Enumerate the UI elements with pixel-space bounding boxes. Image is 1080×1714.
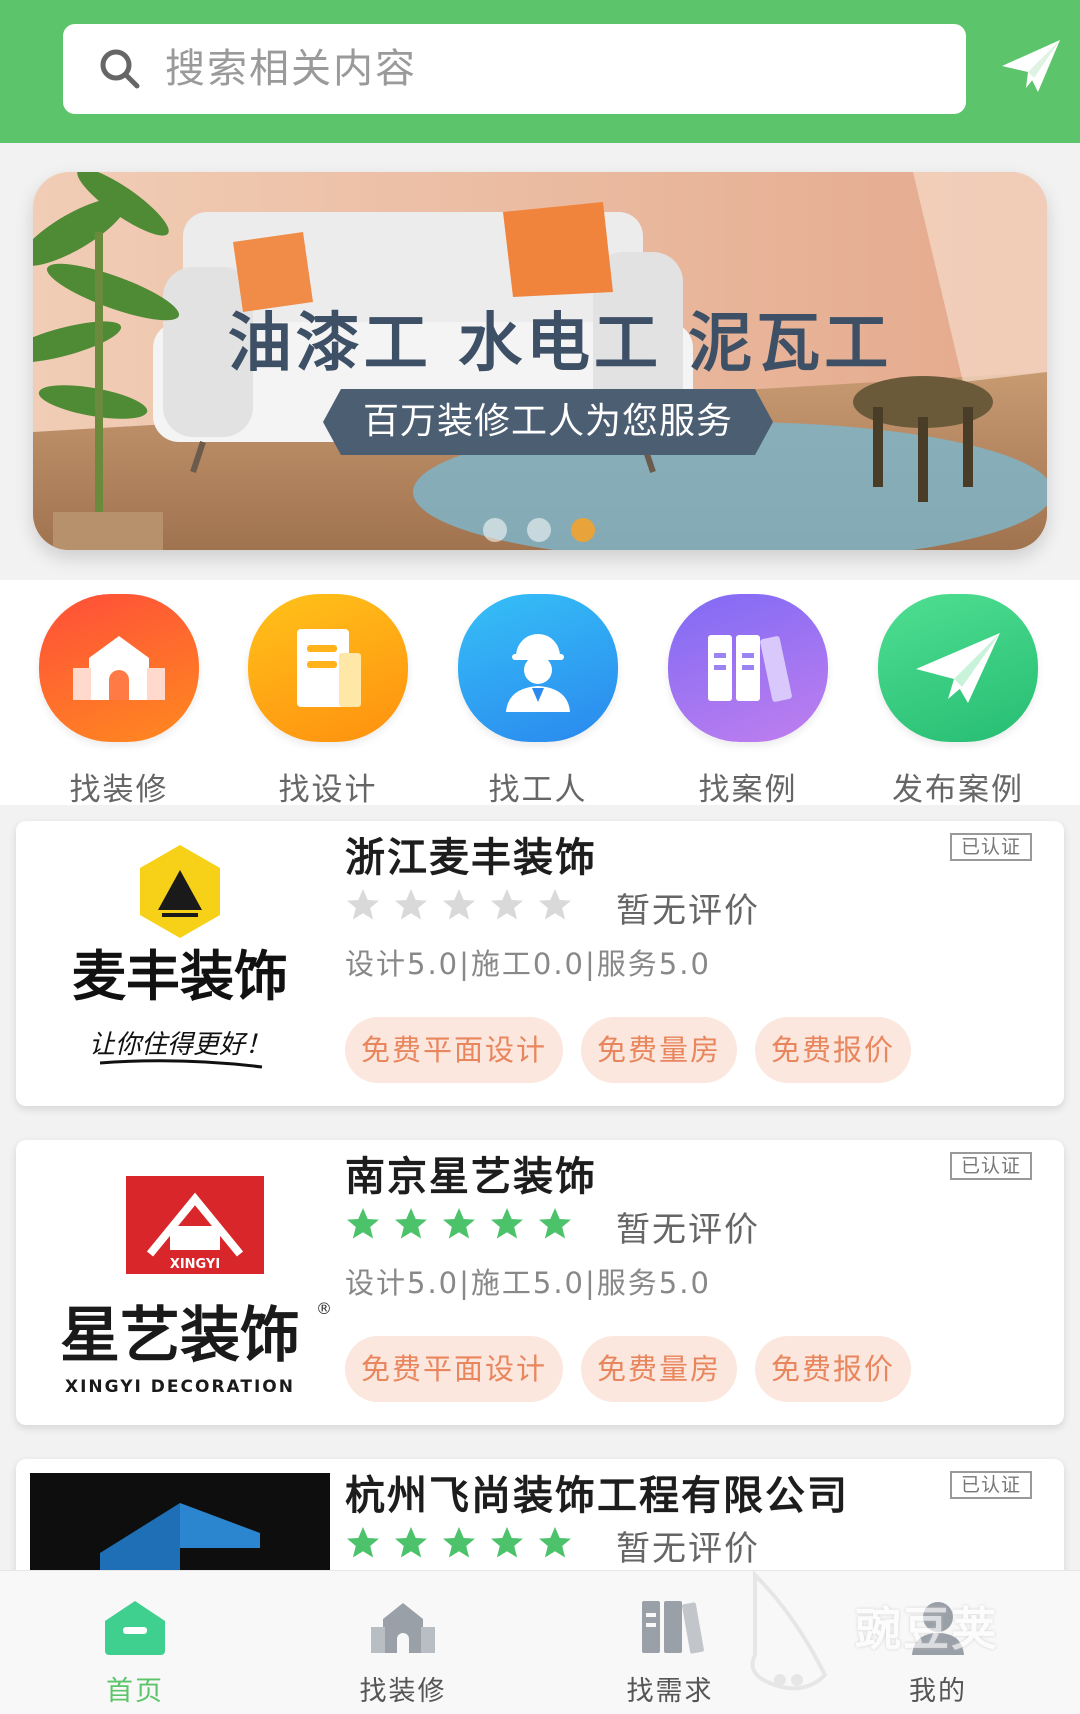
star-icon — [443, 1208, 475, 1239]
svg-text:XINGYI: XINGYI — [170, 1257, 220, 1272]
send-icon — [878, 594, 1038, 742]
search-placeholder: 搜索相关内容 — [165, 46, 417, 92]
house-icon — [39, 594, 199, 742]
tag-free-quote[interactable]: 免费报价 — [755, 1336, 912, 1402]
star-icon — [491, 889, 523, 920]
category-find-design[interactable]: 找设计 — [226, 594, 426, 808]
star-icon — [491, 1527, 523, 1558]
score-summary: 设计5.0|施工0.0|服务5.0 — [345, 947, 711, 981]
logo-slogan: 让你住得更好！ — [89, 1030, 271, 1060]
banner-dot-active[interactable] — [571, 518, 595, 542]
promo-banner[interactable]: 油漆工 水电工 泥瓦工 百万装修工人为您服务 — [33, 172, 1047, 550]
category-find-cases[interactable]: 找案例 — [646, 594, 846, 808]
star-rating — [345, 1206, 573, 1242]
company-logo — [30, 1473, 330, 1570]
nav-find-renovation[interactable]: 找装修 — [323, 1571, 483, 1714]
category-nav: 找装修 找设计 找工人 找案例 发布案例 — [0, 580, 1080, 808]
house-icon — [371, 1603, 435, 1653]
company-name: 杭州飞尚装饰工程有限公司 — [345, 1473, 849, 1519]
verified-badge: 已认证 — [950, 1152, 1032, 1180]
logo-title: 星艺装饰 — [60, 1301, 300, 1371]
service-tags: 免费平面设计 免费量房 免费报价 — [345, 1017, 912, 1083]
home-icon — [105, 1601, 165, 1655]
nav-home[interactable]: 首页 — [55, 1571, 215, 1714]
star-icon — [395, 1208, 427, 1239]
logo-title: 麦丰装饰 — [72, 945, 288, 1008]
logo-subtitle: XINGYI DECORATION — [65, 1377, 295, 1397]
company-name: 浙江麦丰装饰 — [345, 835, 597, 881]
watermark-text: 豌豆荚 — [855, 1602, 999, 1656]
category-label: 找案例 — [698, 772, 798, 808]
banner-headline: 油漆工 水电工 泥瓦工 — [227, 307, 893, 381]
star-icon — [539, 889, 571, 920]
search-input[interactable]: 搜索相关内容 — [63, 24, 966, 114]
banner-dot[interactable] — [483, 518, 507, 542]
category-label: 找设计 — [278, 772, 378, 808]
document-icon — [248, 594, 408, 742]
verified-badge: 已认证 — [950, 833, 1032, 861]
top-bar: 搜索相关内容 — [0, 0, 1080, 143]
star-icon — [443, 889, 475, 920]
service-tags: 免费平面设计 免费量房 免费报价 — [345, 1336, 912, 1402]
company-card[interactable]: 杭州飞尚装饰工程有限公司 已认证 暂无评价 — [16, 1459, 1064, 1570]
star-icon — [347, 1527, 379, 1558]
worker-icon — [458, 594, 618, 742]
tag-free-floor-plan[interactable]: 免费平面设计 — [345, 1336, 564, 1402]
category-find-renovation[interactable]: 找装修 — [17, 594, 217, 808]
books-icon — [668, 594, 828, 742]
nav-label: 首页 — [106, 1676, 164, 1707]
star-icon — [347, 1208, 379, 1239]
banner-pagination — [483, 518, 595, 542]
star-rating — [345, 1525, 573, 1561]
send-icon[interactable] — [998, 34, 1064, 100]
search-icon — [100, 49, 140, 89]
tag-free-quote[interactable]: 免费报价 — [755, 1017, 912, 1083]
svg-text:®: ® — [316, 1299, 330, 1318]
watermark: 豌豆荚 — [735, 1555, 1065, 1705]
score-summary: 设计5.0|施工5.0|服务5.0 — [345, 1266, 711, 1300]
category-label: 找工人 — [488, 772, 588, 808]
tag-free-floor-plan[interactable]: 免费平面设计 — [345, 1017, 564, 1083]
nav-find-demand[interactable]: 找需求 — [590, 1571, 750, 1714]
nav-label: 找需求 — [626, 1676, 714, 1707]
star-icon — [539, 1208, 571, 1239]
star-icon — [443, 1527, 475, 1558]
rating-text: 暂无评价 — [616, 1210, 760, 1250]
star-icon — [347, 889, 379, 920]
category-label: 找装修 — [69, 772, 169, 808]
tag-free-measure[interactable]: 免费量房 — [581, 1336, 738, 1402]
company-card[interactable]: 麦丰装饰 让你住得更好！ 浙江麦丰装饰 已认证 暂无评价 设计5.0|施工0.0… — [16, 821, 1064, 1106]
star-icon — [491, 1208, 523, 1239]
rating-text: 暂无评价 — [616, 891, 760, 931]
category-publish-case[interactable]: 发布案例 — [856, 594, 1056, 808]
banner-dot[interactable] — [527, 518, 551, 542]
category-find-worker[interactable]: 找工人 — [436, 594, 636, 808]
company-card[interactable]: XINGYI 星艺装饰 XINGYI DECORATION ® 南京星艺装饰 已… — [16, 1140, 1064, 1425]
banner-tagline: 百万装修工人为您服务 — [323, 389, 773, 455]
company-list: 麦丰装饰 让你住得更好！ 浙江麦丰装饰 已认证 暂无评价 设计5.0|施工0.0… — [0, 805, 1080, 1570]
star-rating — [345, 887, 573, 923]
verified-badge: 已认证 — [950, 1471, 1032, 1499]
company-logo: 麦丰装饰 让你住得更好！ — [30, 835, 330, 1095]
company-name: 南京星艺装饰 — [345, 1154, 597, 1200]
tag-free-measure[interactable]: 免费量房 — [581, 1017, 738, 1083]
category-label: 发布案例 — [892, 772, 1024, 808]
star-icon — [395, 1527, 427, 1558]
books-icon — [642, 1601, 704, 1654]
company-logo: XINGYI 星艺装饰 XINGYI DECORATION ® — [30, 1154, 332, 1414]
star-icon — [539, 1527, 571, 1558]
star-icon — [395, 889, 427, 920]
nav-label: 找装修 — [359, 1676, 447, 1707]
